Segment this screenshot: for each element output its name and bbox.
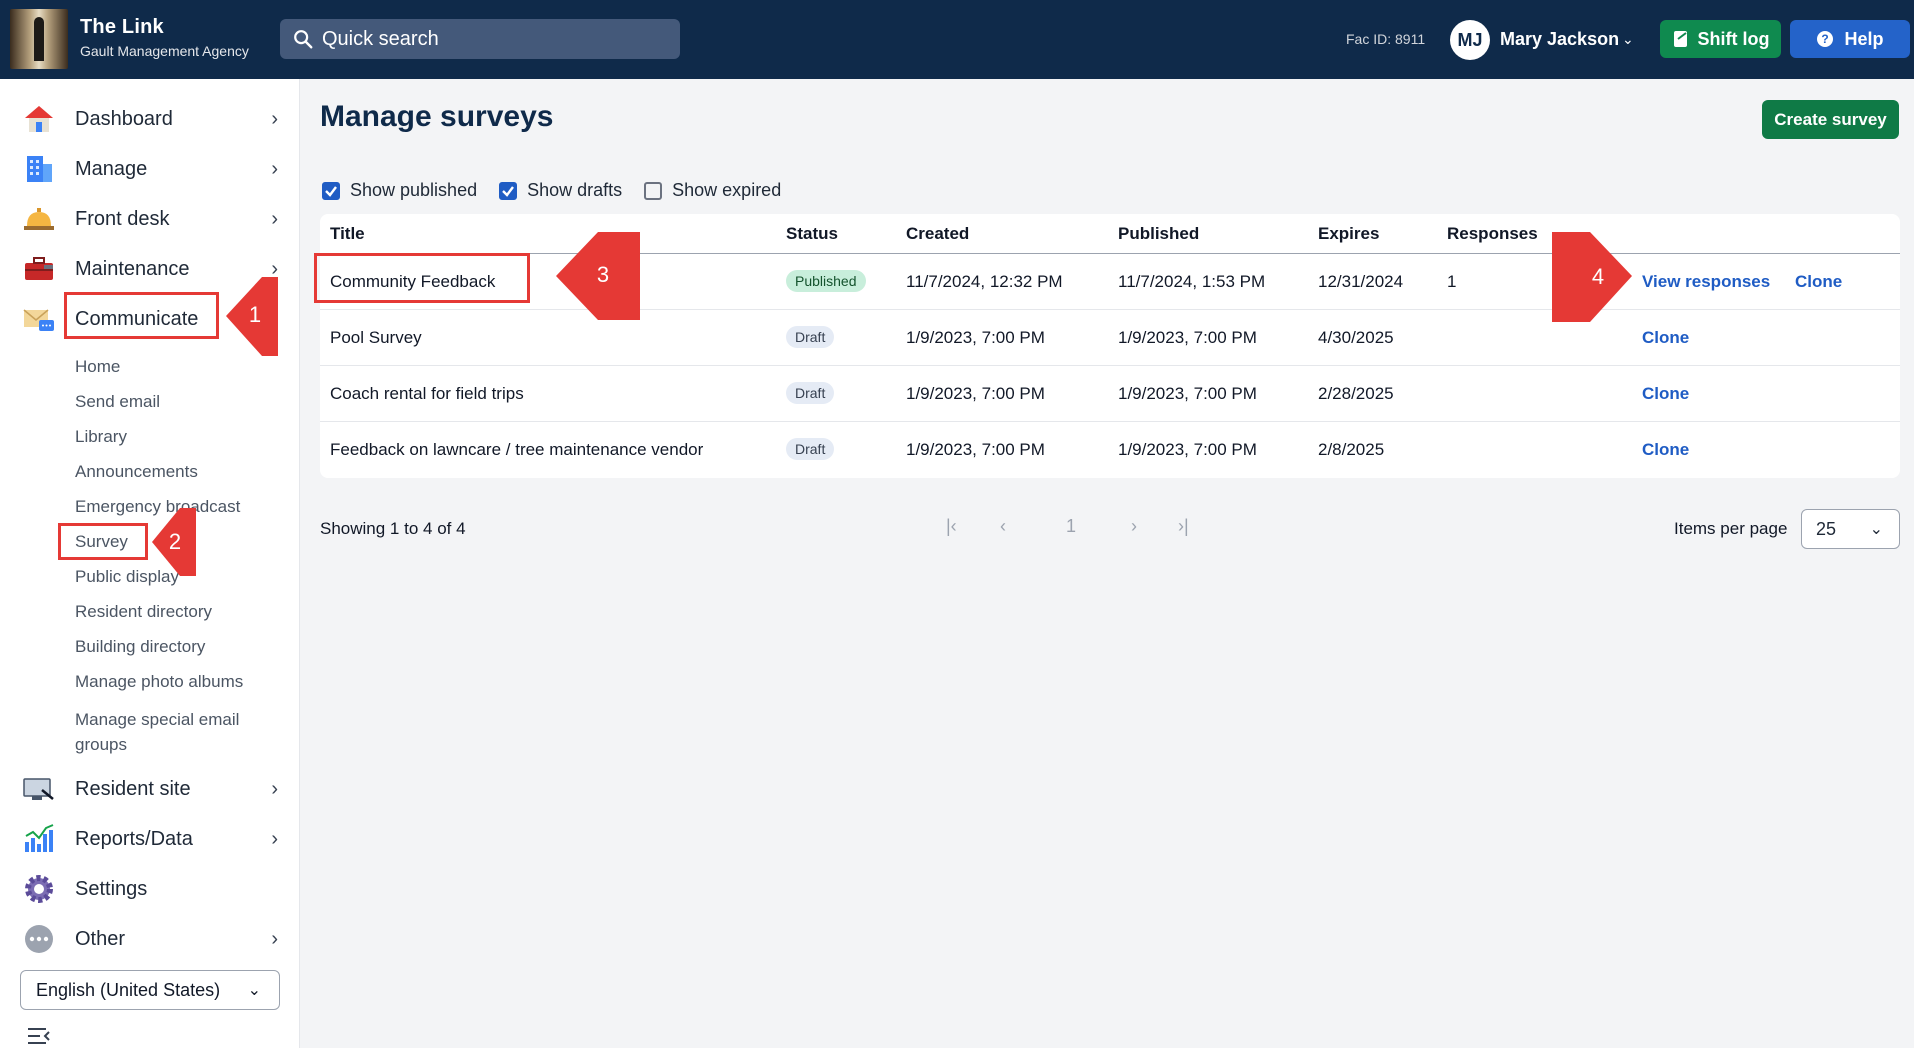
annotation-arrows (152, 232, 1632, 576)
annotation-label-4: 4 (1591, 264, 1605, 289)
annotation-label-3: 3 (596, 262, 610, 287)
annotation-label-1: 1 (248, 302, 262, 327)
annotation-label-2: 2 (168, 529, 182, 554)
